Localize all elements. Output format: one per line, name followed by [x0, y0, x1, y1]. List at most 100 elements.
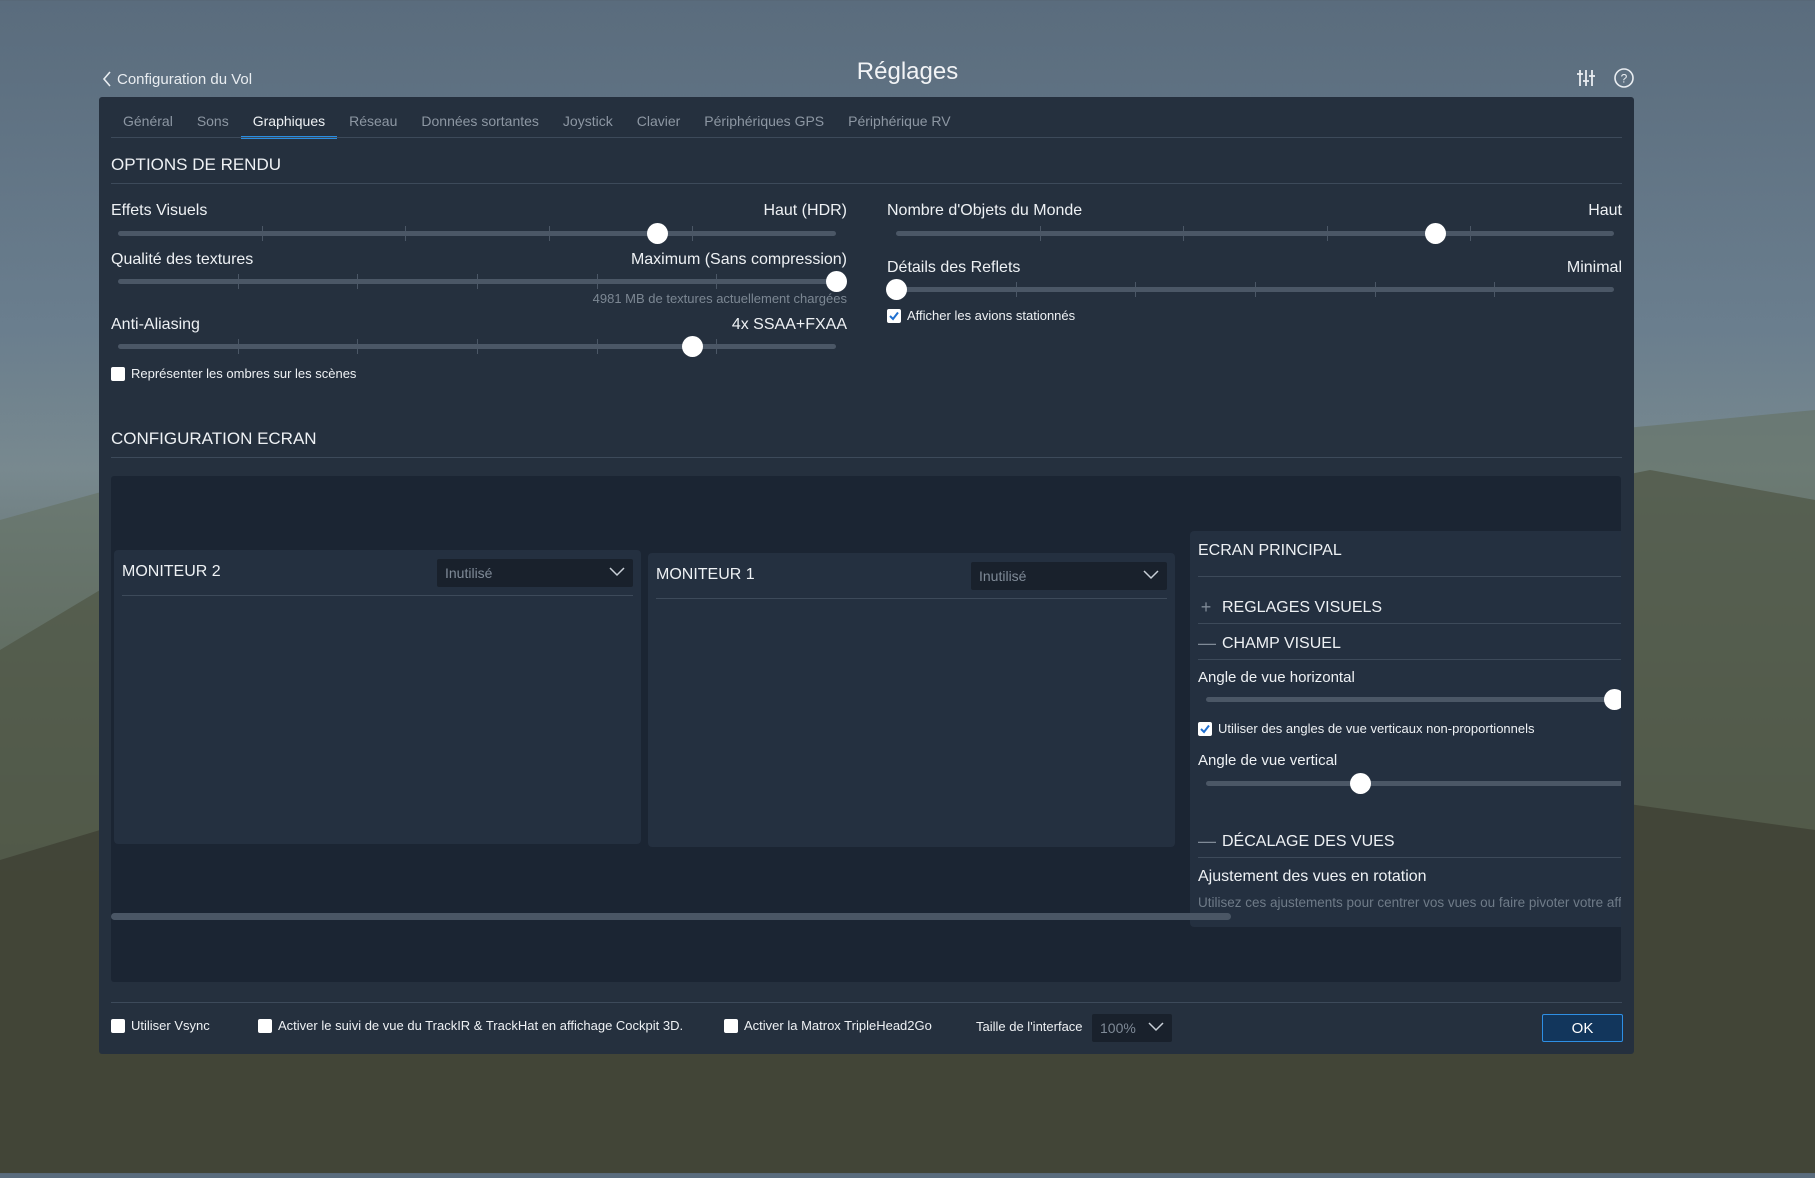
slider-tick [1135, 282, 1137, 297]
field-of-view-label: CHAMP VISUEL [1222, 634, 1341, 652]
tab-peripheriques-gps[interactable]: Périphériques GPS [692, 113, 836, 137]
slider-tick [477, 339, 478, 354]
chevron-down-icon [1143, 570, 1159, 580]
tab-graphiques[interactable]: Graphiques [240, 113, 338, 139]
tab-peripherique-rv[interactable]: Périphérique RV [836, 113, 962, 137]
ui-size-label: Taille de l'interface [976, 1019, 1083, 1034]
world-objects-slider[interactable] [896, 223, 1614, 244]
slider-tick [1015, 282, 1017, 297]
view-offset-toggle[interactable]: — DÉCALAGE DES VUES [1198, 831, 1395, 852]
monitor-divider [122, 595, 633, 596]
chevron-down-icon [609, 567, 625, 577]
monitor-divider [656, 598, 1167, 599]
slider-thumb[interactable] [1350, 773, 1371, 794]
shadows-checkbox-label: Représenter les ombres sur les scènes [131, 366, 357, 381]
visual-effects-label: Effets Visuels [111, 202, 208, 219]
monitor-1-title: MONITEUR 1 [656, 566, 755, 583]
panel-divider [1198, 576, 1621, 577]
slider-tick [357, 274, 359, 289]
slider-track [1206, 781, 1621, 786]
reflections-slider[interactable] [886, 279, 1614, 300]
slider-tick [357, 339, 359, 354]
vsync-checkbox[interactable]: Utiliser Vsync [111, 1018, 210, 1033]
slider-tick [1494, 282, 1496, 297]
texture-quality-label: Qualité des textures [111, 251, 254, 268]
slider-tick [261, 226, 263, 241]
collapse-icon: — [1198, 831, 1216, 851]
field-of-view-toggle[interactable]: — CHAMP VISUEL [1198, 633, 1341, 654]
screen-config-area: MONITEUR 2 Inutilisé MONITEUR 1 Inutilis… [111, 476, 1621, 982]
slider-tick [1255, 282, 1256, 297]
ok-button[interactable]: OK [1542, 1014, 1623, 1042]
nonprop-angles-checkbox[interactable]: Utiliser des angles de vue verticaux non… [1198, 721, 1535, 736]
slider-thumb[interactable] [682, 336, 704, 357]
ui-size-select[interactable]: 100% [1092, 1014, 1172, 1042]
slider-thumb[interactable] [1604, 689, 1621, 710]
tab-reseau[interactable]: Réseau [337, 113, 409, 137]
slider-tick [405, 226, 407, 241]
texture-quality-slider[interactable] [118, 271, 847, 292]
monitor-2-title: MONITEUR 2 [122, 563, 221, 580]
slider-tick [596, 339, 598, 354]
anti-aliasing-label: Anti-Aliasing [111, 316, 200, 333]
slider-thumb[interactable] [886, 279, 907, 300]
sliders-icon[interactable] [1574, 66, 1598, 90]
slider-tick [1183, 226, 1185, 241]
monitor-1-select[interactable]: Inutilisé [971, 562, 1167, 590]
parked-aircraft-checkbox[interactable]: Afficher les avions stationnés [887, 308, 1075, 323]
slider-tick [1470, 226, 1472, 241]
tab-sons[interactable]: Sons [185, 113, 241, 137]
view-offset-label: DÉCALAGE DES VUES [1222, 832, 1395, 850]
checkbox-box [887, 308, 901, 323]
rendering-section-title: OPTIONS DE RENDU [111, 155, 282, 174]
texture-quality-value: Maximum (Sans compression) [630, 251, 847, 268]
tab-clavier[interactable]: Clavier [625, 113, 693, 137]
checkbox-box [258, 1018, 272, 1033]
parked-aircraft-label: Afficher les avions stationnés [907, 308, 1076, 323]
slider-tick [477, 274, 478, 289]
svg-text:?: ? [1621, 72, 1628, 86]
trackir-checkbox[interactable]: Activer le suivi de vue du TrackIR & Tra… [258, 1018, 683, 1033]
help-icon[interactable]: ? [1612, 66, 1636, 90]
shadows-checkbox[interactable]: Représenter les ombres sur les scènes [111, 366, 356, 381]
monitor-2-select[interactable]: Inutilisé [437, 559, 633, 587]
monitor-2-card[interactable]: MONITEUR 2 Inutilisé [114, 550, 641, 844]
panel-divider [1198, 659, 1621, 660]
horizontal-angle-slider[interactable] [1206, 689, 1621, 710]
vertical-angle-slider[interactable] [1206, 773, 1621, 794]
slider-thumb[interactable] [1424, 223, 1446, 244]
world-objects-value: Haut [1588, 202, 1622, 219]
visual-effects-slider[interactable] [118, 223, 836, 244]
visual-settings-toggle[interactable]: + REGLAGES VISUELS [1198, 597, 1382, 618]
slider-track [118, 231, 836, 236]
horizontal-scrollbar[interactable] [111, 913, 1231, 920]
tab-donnees-sortantes[interactable]: Données sortantes [409, 113, 551, 137]
reflections-label: Détails des Reflets [887, 259, 1021, 276]
tab-general[interactable]: Général [111, 113, 185, 137]
checkbox-box [111, 366, 125, 381]
tab-joystick[interactable]: Joystick [551, 113, 625, 137]
vertical-angle-label: Angle de vue vertical [1198, 752, 1338, 769]
slider-thumb[interactable] [646, 223, 668, 244]
vsync-label: Utiliser Vsync [131, 1018, 210, 1033]
page-title: Réglages [856, 58, 959, 85]
nonprop-angles-label: Utiliser des angles de vue verticaux non… [1218, 721, 1535, 736]
slider-track [896, 231, 1614, 236]
matrox-label: Activer la Matrox TripleHead2Go [744, 1018, 932, 1033]
tab-divider [111, 137, 1622, 138]
chevron-down-icon [1148, 1022, 1164, 1032]
expand-icon: + [1200, 597, 1212, 617]
slider-tick [1039, 226, 1041, 241]
visual-effects-value: Haut (HDR) [763, 202, 847, 219]
slider-tick [1374, 282, 1376, 297]
anti-aliasing-value: 4x SSAA+FXAA [731, 316, 847, 333]
checkmark-icon [889, 311, 899, 321]
slider-thumb[interactable] [826, 271, 847, 292]
tab-bar: Général Sons Graphiques Réseau Données s… [111, 113, 963, 139]
texture-memory-note: 4981 MB de textures actuellement chargée… [592, 291, 847, 306]
rotation-description: Utilisez ces ajustements pour centrer vo… [1198, 895, 1621, 910]
monitor-1-card[interactable]: MONITEUR 1 Inutilisé [648, 553, 1175, 847]
rotation-title: Ajustement des vues en rotation [1198, 868, 1427, 885]
matrox-checkbox[interactable]: Activer la Matrox TripleHead2Go [724, 1018, 932, 1033]
anti-aliasing-slider[interactable] [118, 336, 836, 357]
